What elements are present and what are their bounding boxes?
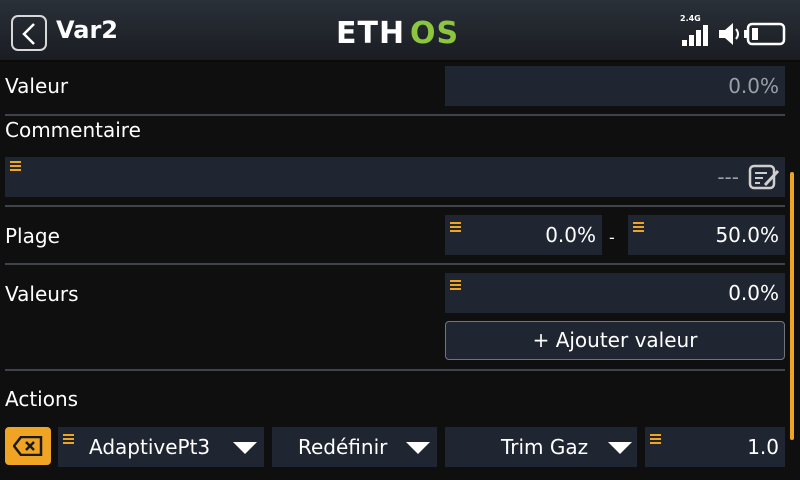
action-source-value: AdaptivePt3 (89, 435, 211, 459)
valeurs-field[interactable]: 0.0% (445, 273, 785, 313)
header-bar: Var2 ETH OS 2.4G (0, 0, 800, 62)
back-button[interactable] (11, 15, 47, 51)
valeur-value: 0.0% (728, 74, 779, 98)
divider (5, 369, 785, 371)
action-delete-button[interactable] (5, 427, 51, 465)
battery-icon (744, 22, 786, 46)
svg-text:OS: OS (410, 16, 459, 49)
dropdown-arrow-icon (608, 442, 632, 454)
menu-handle-icon (650, 434, 661, 446)
svg-text:ETH: ETH (336, 16, 405, 49)
signal-strength-icon (682, 25, 708, 46)
divider (5, 263, 785, 265)
clear-action-icon (13, 436, 43, 456)
action-target-dropdown[interactable]: Trim Gaz (445, 427, 637, 467)
speaker-icon (719, 23, 739, 45)
menu-handle-icon (63, 434, 74, 446)
status-area: 2.4G (680, 14, 790, 50)
commentaire-label: Commentaire (5, 118, 141, 142)
action-target-value: Trim Gaz (501, 435, 589, 459)
dropdown-arrow-icon (406, 442, 430, 454)
plage-min-value: 0.0% (545, 223, 596, 247)
plage-max-value: 50.0% (715, 223, 779, 247)
valeurs-label: Valeurs (5, 282, 79, 306)
actions-label: Actions (5, 387, 79, 411)
menu-handle-icon (450, 280, 461, 292)
dropdown-arrow-icon (233, 442, 257, 454)
ethos-logo: ETH OS (336, 16, 459, 49)
action-value-field[interactable]: 1.0 (645, 427, 785, 467)
range-separator: - (609, 228, 615, 247)
plage-max-field[interactable]: 50.0% (628, 215, 785, 255)
commentaire-field[interactable]: --- (5, 157, 785, 197)
menu-handle-icon (450, 222, 461, 234)
commentaire-value: --- (717, 165, 739, 189)
chevron-left-icon (22, 23, 35, 45)
action-source-dropdown[interactable]: AdaptivePt3 (58, 427, 264, 467)
plage-min-field[interactable]: 0.0% (445, 215, 602, 255)
action-mode-value: Redéfinir (298, 435, 388, 459)
divider (5, 205, 785, 207)
action-value: 1.0 (747, 435, 779, 459)
valeur-field: 0.0% (445, 66, 785, 106)
action-mode-dropdown[interactable]: Redéfinir (272, 427, 437, 467)
menu-handle-icon (10, 161, 21, 173)
scrollbar[interactable] (790, 172, 794, 440)
valeurs-value: 0.0% (728, 281, 779, 305)
add-value-button[interactable]: + Ajouter valeur (445, 321, 785, 360)
divider (5, 114, 785, 116)
menu-handle-icon (633, 222, 644, 234)
valeur-label: Valeur (5, 74, 69, 98)
edit-note-icon[interactable] (748, 163, 780, 191)
page-title: Var2 (56, 16, 118, 44)
plage-label: Plage (5, 224, 60, 248)
